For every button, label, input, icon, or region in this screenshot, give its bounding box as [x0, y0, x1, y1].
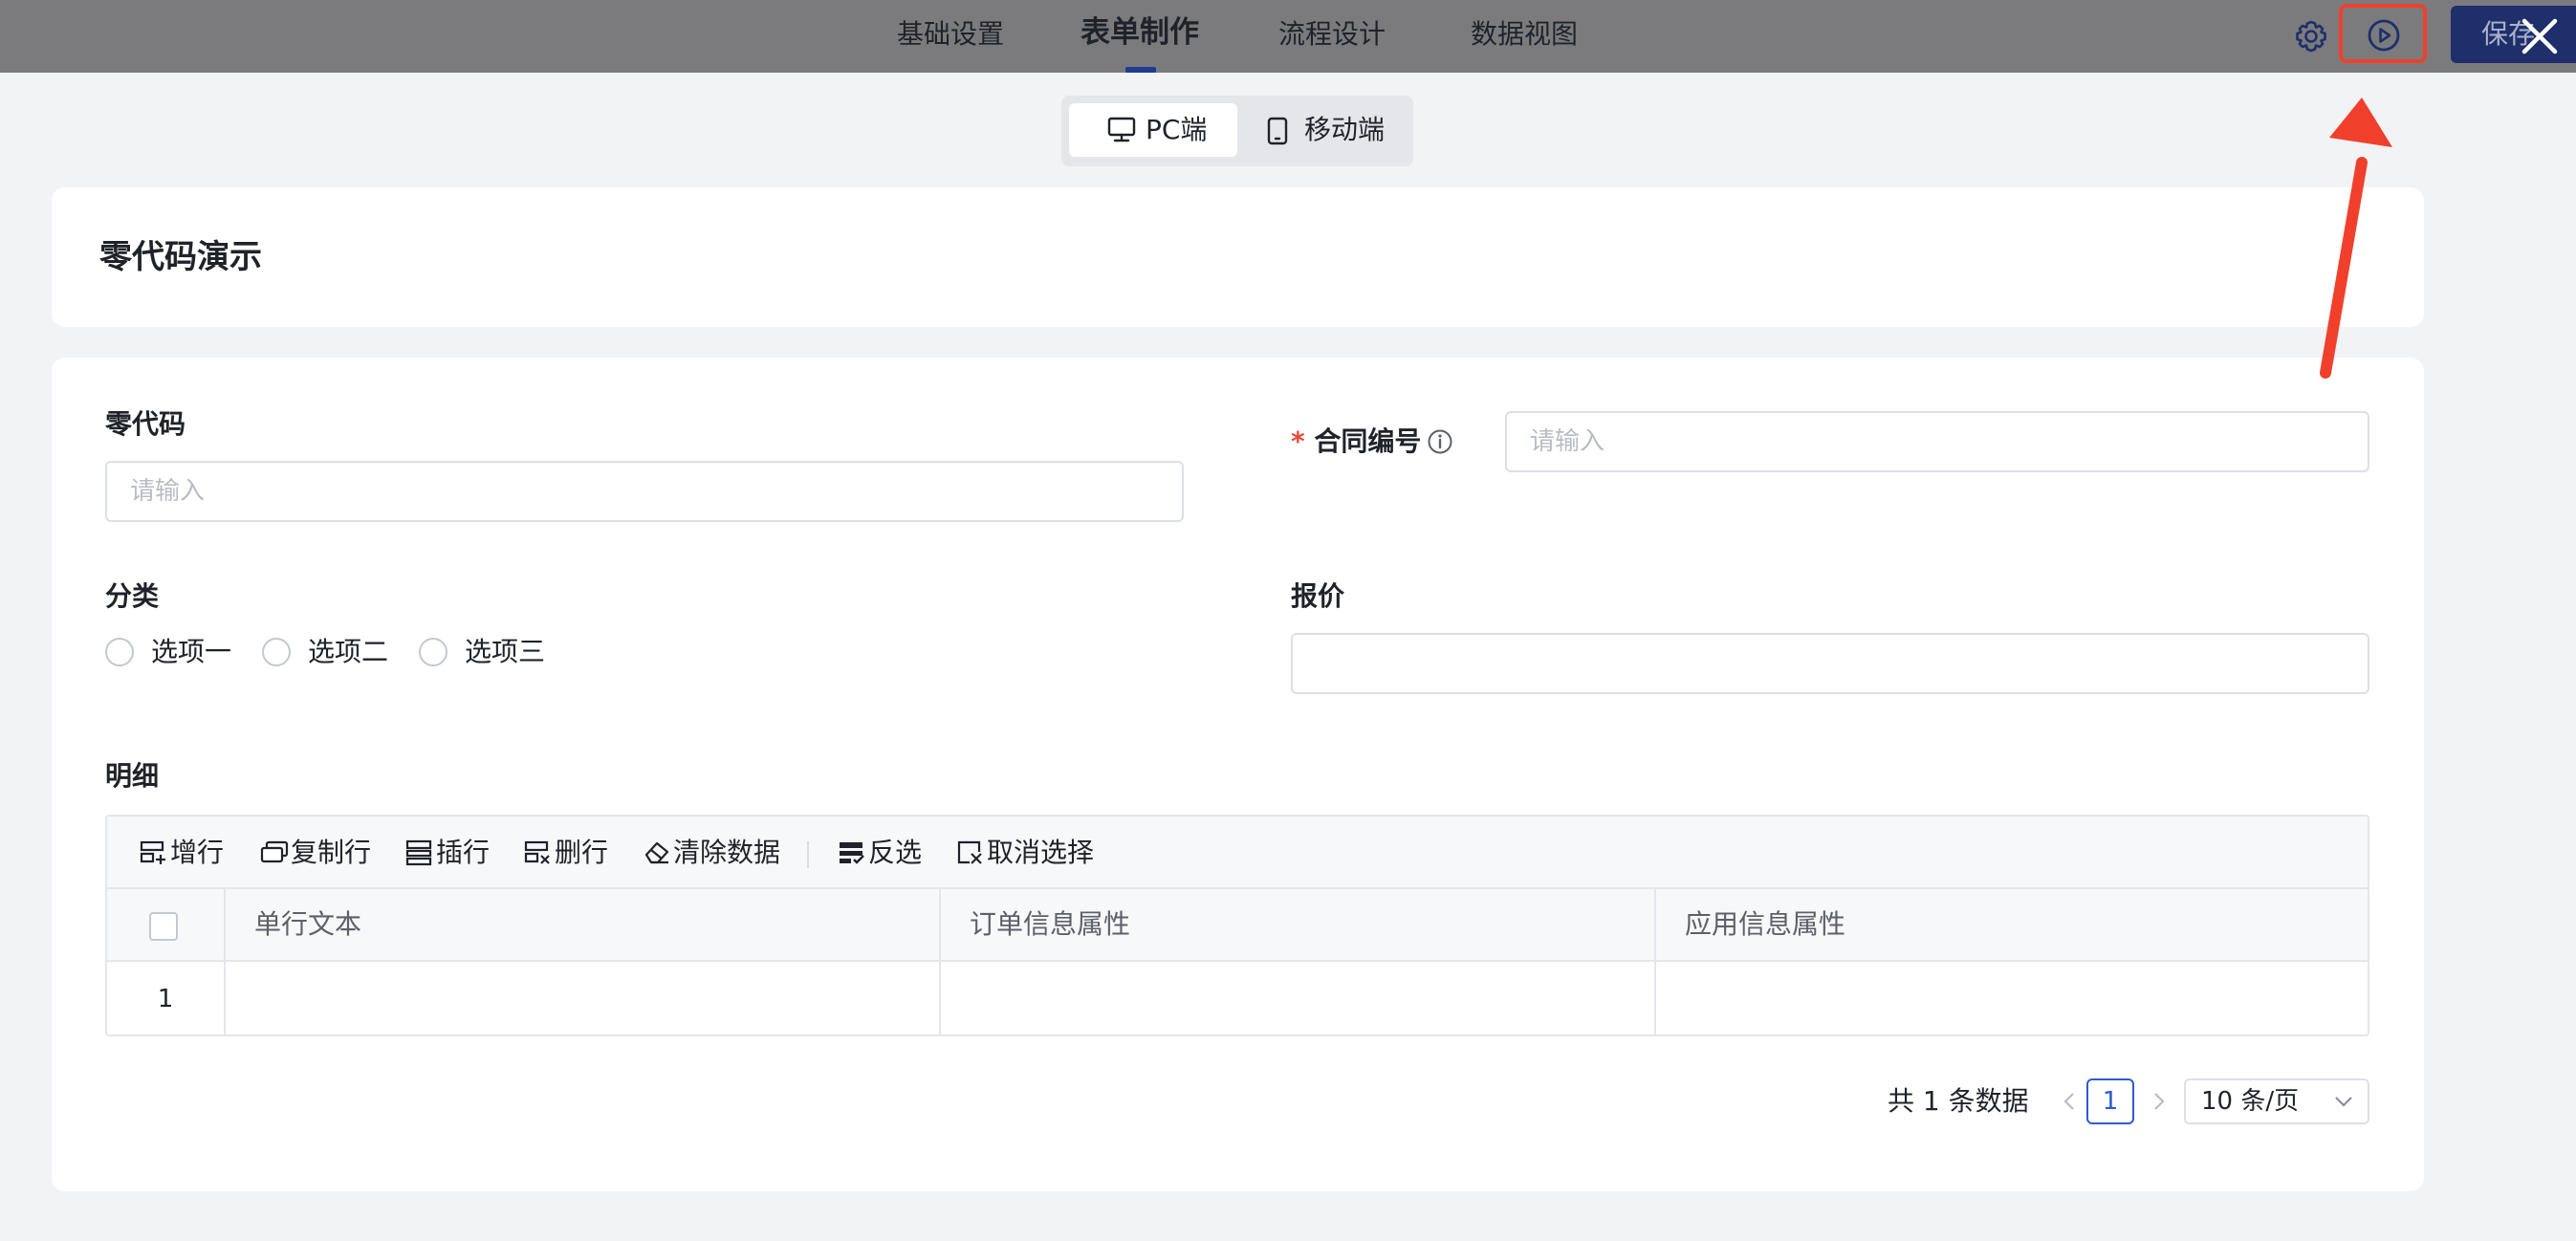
detail-subtable: 增行 复制行 插行 删行 清除数据 反选 取消选择 单行文本 订单信息属性 应用… — [105, 815, 2369, 1036]
mobile-phone-icon — [1267, 117, 1288, 145]
detail-toolbar: 增行 复制行 插行 删行 清除数据 反选 取消选择 — [107, 816, 2368, 889]
mobile-view-button[interactable]: 移动端 — [1245, 103, 1406, 157]
clear-data-label: 清除数据 — [673, 837, 781, 868]
column-header: 单行文本 — [254, 908, 362, 940]
delete-row-icon — [524, 840, 550, 864]
close-icon[interactable] — [2517, 13, 2563, 59]
pagination-current-page[interactable]: 1 — [2086, 1078, 2134, 1124]
active-tab-indicator — [1125, 67, 1156, 73]
monitor-icon — [1107, 117, 1136, 142]
pc-view-button[interactable]: PC端 — [1069, 103, 1237, 157]
radio-circle[interactable] — [262, 638, 291, 666]
column-header: 订单信息属性 — [970, 908, 1131, 940]
annotation-arrow — [2320, 98, 2392, 379]
pc-view-label: PC端 — [1146, 114, 1208, 145]
page-size-select[interactable]: 10 条/页 — [2184, 1078, 2369, 1124]
insert-row-icon — [405, 839, 432, 866]
detail-label: 明细 — [105, 760, 160, 792]
category-option-1-label: 选项一 — [151, 636, 232, 667]
row-index: 1 — [157, 985, 174, 1013]
tab-form-design[interactable]: 表单制作 — [1081, 13, 1199, 52]
contract-no-label: * 合同编号 — [1291, 423, 1421, 461]
page-size-value: 10 条/页 — [2201, 1087, 2300, 1116]
category-option-3-label: 选项三 — [465, 636, 546, 667]
column-header: 应用信息属性 — [1685, 908, 1846, 940]
add-row-label: 增行 — [170, 837, 225, 868]
form-title: 零代码演示 — [99, 238, 262, 276]
select-all-checkbox[interactable] — [149, 912, 178, 941]
tab-basic-settings[interactable]: 基础设置 — [897, 15, 1004, 54]
table-cell[interactable] — [941, 964, 1654, 1034]
chevron-left-icon[interactable] — [2056, 1088, 2083, 1115]
contract-no-input[interactable]: 请输入 — [1505, 411, 2369, 472]
table-cell[interactable] — [1656, 964, 2368, 1034]
eraser-icon — [644, 841, 669, 864]
quote-label: 报价 — [1291, 580, 1345, 612]
category-option-2-label: 选项二 — [308, 636, 389, 667]
insert-row-label: 插行 — [436, 837, 491, 868]
table-cell[interactable] — [226, 964, 939, 1034]
chevron-down-icon — [2335, 1097, 2352, 1107]
category-label: 分类 — [105, 580, 160, 612]
contract-no-label-text: 合同编号 — [1314, 425, 1422, 457]
invert-selection-icon — [840, 842, 864, 864]
table-header: 单行文本 订单信息属性 应用信息属性 — [107, 889, 2368, 962]
lingdaima-label: 零代码 — [105, 408, 186, 440]
form-title-card: 零代码演示 — [52, 187, 2424, 327]
radio-circle[interactable] — [419, 638, 448, 666]
add-row-icon — [140, 840, 165, 864]
tab-flow-design[interactable]: 流程设计 — [1278, 15, 1386, 54]
gear-icon[interactable] — [2292, 17, 2330, 55]
form-body-card: 零代码 请输入 * 合同编号 请输入 分类 选项一 选项二 选项三 报价 明细 — [52, 358, 2424, 1191]
quote-input[interactable] — [1291, 633, 2369, 694]
chevron-right-icon[interactable] — [2146, 1088, 2172, 1115]
copy-row-icon — [260, 840, 289, 863]
mobile-view-label: 移动端 — [1304, 114, 1386, 145]
cancel-selection-icon — [957, 840, 982, 864]
radio-circle[interactable] — [105, 638, 134, 666]
tab-data-view[interactable]: 数据视图 — [1471, 15, 1578, 54]
toolbar-divider — [807, 841, 809, 868]
invert-selection-label: 反选 — [868, 837, 923, 868]
top-bar: 基础设置 表单制作 流程设计 数据视图 保存 — [0, 0, 2576, 73]
device-switch: PC端 移动端 — [1061, 96, 1413, 166]
cancel-selection-label: 取消选择 — [987, 837, 1095, 868]
info-icon[interactable] — [1427, 428, 1453, 455]
delete-row-label: 删行 — [555, 837, 609, 868]
pagination-total: 共 1 条数据 — [1888, 1085, 2029, 1117]
lingdaima-input[interactable]: 请输入 — [105, 461, 1184, 522]
copy-row-label: 复制行 — [291, 837, 372, 868]
play-circle-icon[interactable] — [2366, 17, 2402, 54]
required-mark: * — [1291, 425, 1305, 457]
